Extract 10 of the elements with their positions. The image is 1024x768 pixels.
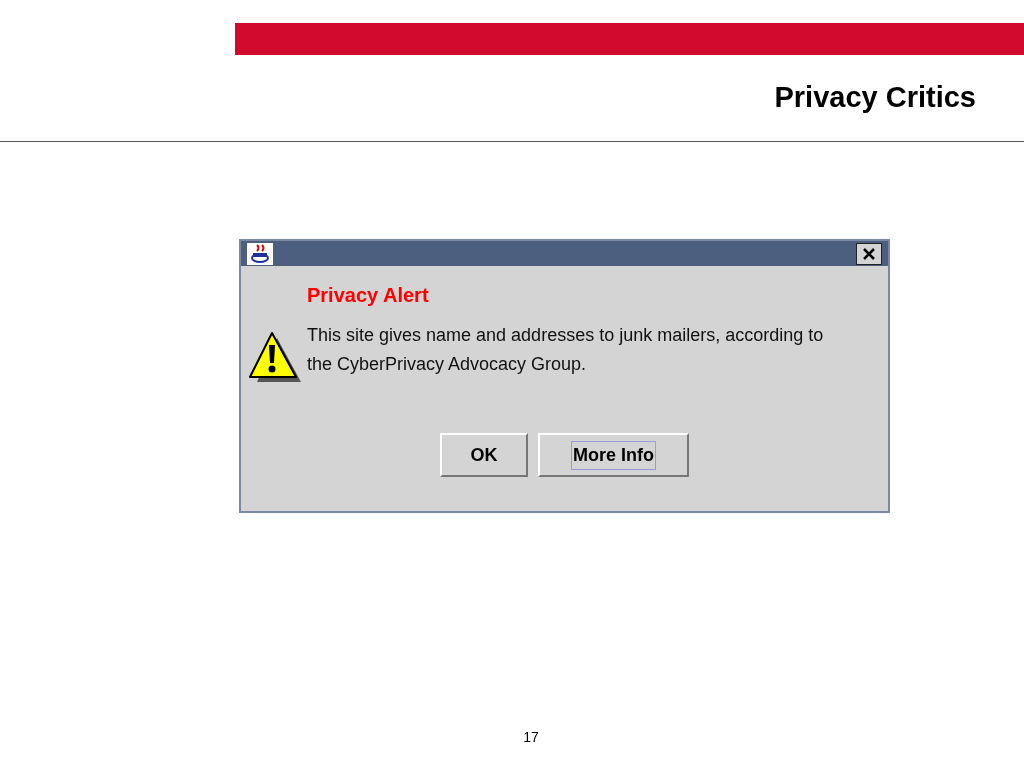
alert-heading: Privacy Alert [307, 283, 430, 307]
slide-title: Privacy Critics [774, 80, 976, 115]
cup-icon [247, 242, 273, 265]
warning-icon [246, 329, 302, 385]
page-number: 17 [522, 728, 539, 747]
close-icon [862, 246, 876, 261]
dialog-button[interactable]: More Info [538, 433, 689, 477]
dialog-button[interactable]: OK [440, 433, 528, 477]
alert-message: This site gives name and addresses to junk mailers, according to the CyberPrivacy Advocacy Group. [307, 324, 825, 376]
close-button[interactable] [856, 242, 882, 265]
